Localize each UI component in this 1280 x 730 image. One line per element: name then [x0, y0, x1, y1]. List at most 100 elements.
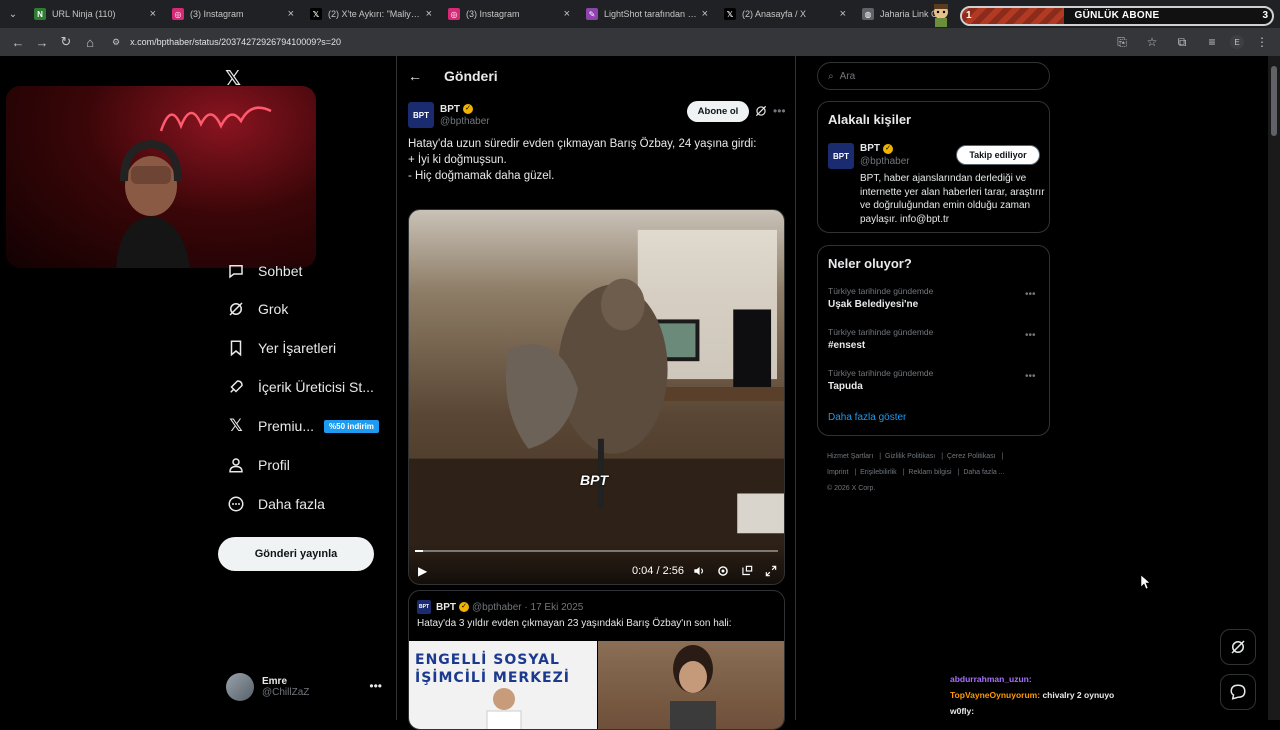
chat-message: abdurrahman_uzun:	[950, 671, 1114, 687]
avatar	[226, 673, 254, 701]
volume-icon[interactable]	[692, 564, 706, 578]
subscribe-button[interactable]: Abone ol	[687, 101, 749, 122]
post-header: ← Gönderi	[408, 66, 498, 86]
menu-icon[interactable]: ⋮	[1250, 30, 1274, 54]
footer-link[interactable]: Imprint	[827, 469, 848, 476]
bookmark-star-icon[interactable]: ☆	[1140, 30, 1164, 54]
x-logo-icon[interactable]: 𝕏	[225, 66, 247, 90]
nav-item-grok[interactable]: Grok	[226, 294, 288, 324]
play-icon[interactable]: ▶	[418, 564, 427, 578]
post-button[interactable]: Gönderi yayınla	[218, 537, 374, 571]
url-field[interactable]: ⚙ x.com/bpthaber/status/2037427292679410…	[112, 31, 341, 53]
nav-item-chat[interactable]: Sohbet	[226, 256, 302, 286]
x-icon: 𝕏	[310, 8, 322, 20]
chat-username: w0fly:	[950, 706, 975, 716]
nav-item-premium[interactable]: 𝕏 Premiu... %50 indirim	[226, 411, 379, 441]
trend-item[interactable]: Türkiye tarihinde gündemde #ensest	[828, 327, 933, 351]
browser-tab[interactable]: N URL Ninja (110) ×	[26, 0, 164, 28]
close-icon[interactable]: ×	[840, 8, 846, 20]
video-player[interactable]: BPT ▶ 0:04 / 2:56	[408, 209, 785, 585]
more-icon[interactable]: •••	[773, 104, 786, 118]
settings-gear-icon[interactable]	[716, 564, 730, 578]
rocket-icon	[226, 377, 246, 397]
trend-name: Tapuda	[828, 381, 863, 392]
close-icon[interactable]: ×	[564, 8, 570, 20]
media-control-icon[interactable]: ≡	[1200, 30, 1224, 54]
trends-card: Neler oluyor? Türkiye tarihinde gündemde…	[817, 245, 1050, 436]
footer-links: Hizmet Şartları | Gizlilik Politikası | Çe…	[827, 453, 1005, 492]
grok-icon[interactable]	[754, 104, 768, 118]
chat-message: TopVayneOynuyorum: chivalry 2 oynuyo	[950, 687, 1114, 703]
tab-search-button[interactable]: ⌄	[0, 0, 26, 28]
trend-item[interactable]: Türkiye tarihinde gündemde Uşak Belediye…	[828, 286, 933, 310]
reload-icon[interactable]: ↻	[54, 30, 78, 54]
home-icon[interactable]: ⌂	[78, 30, 102, 54]
nav-item-more[interactable]: Daha fazla	[226, 489, 325, 519]
browser-tab[interactable]: ◎ (3) Instagram ×	[440, 0, 578, 28]
ninja-icon: N	[34, 8, 46, 20]
nav-item-bookmarks[interactable]: Yer İşaretleri	[226, 333, 336, 363]
person-image	[670, 645, 716, 729]
site-settings-icon[interactable]: ⚙	[112, 37, 120, 48]
footer-link[interactable]: Gizlilik Politikası	[885, 453, 935, 460]
browser-tab[interactable]: 𝕏 (2) X'te Aykırı: "Maliye ek ×	[302, 0, 440, 28]
video-watermark: BPT	[580, 472, 608, 488]
browser-tab[interactable]: 𝕏 (2) Anasayfa / X ×	[716, 0, 854, 28]
related-person[interactable]: BPT BPT ✓ @bpthaber	[828, 143, 910, 169]
video-progress-bar[interactable]	[415, 550, 778, 552]
mascot-icon	[934, 4, 948, 27]
nav-item-label: Sohbet	[258, 263, 303, 279]
avatar[interactable]: BPT	[408, 102, 434, 128]
more-icon[interactable]: •••	[369, 679, 382, 693]
post-author[interactable]: BPT BPT ✓ @bpthaber	[408, 102, 490, 128]
install-app-icon[interactable]: ⎘	[1110, 30, 1134, 54]
trend-item[interactable]: Türkiye tarihinde gündemde Tapuda	[828, 368, 933, 392]
page-scrollbar[interactable]	[1268, 56, 1280, 720]
footer-link[interactable]: Daha fazla ...	[963, 469, 1004, 476]
verified-badge-icon: ✓	[883, 143, 893, 154]
search-input[interactable]: ⌕ Ara	[817, 62, 1050, 90]
browser-tab[interactable]: ✎ LightShot tarafından Ekra ×	[578, 0, 716, 28]
avatar: BPT	[828, 143, 854, 169]
messages-float-button[interactable]	[1220, 674, 1256, 710]
related-person-handle: @bpthaber	[860, 156, 910, 167]
x-premium-icon: 𝕏	[229, 416, 243, 435]
footer-link[interactable]: Çerez Politikası	[947, 453, 996, 460]
more-icon[interactable]: •••	[1025, 371, 1036, 382]
extensions-icon[interactable]: ⧉	[1170, 30, 1194, 54]
chat-username: TopVayneOynuyorum:	[950, 690, 1041, 700]
grok-float-button[interactable]	[1220, 629, 1256, 665]
avatar: BPT	[417, 600, 431, 614]
show-more-link[interactable]: Daha fazla göster	[828, 412, 906, 423]
streamer-image	[116, 139, 191, 268]
nav-item-creator-studio[interactable]: İçerik Üreticisi St...	[226, 372, 374, 402]
close-icon[interactable]: ×	[150, 8, 156, 20]
forward-icon[interactable]: →	[30, 30, 54, 54]
pip-icon[interactable]	[740, 564, 754, 578]
following-button[interactable]: Takip ediliyor	[956, 145, 1040, 165]
instagram-icon: ◎	[448, 8, 460, 20]
webcam-overlay	[6, 86, 316, 268]
account-switcher[interactable]: Emre @ChillZaZ •••	[226, 673, 386, 701]
scrollbar-thumb[interactable]	[1271, 66, 1277, 136]
more-icon[interactable]: •••	[1025, 330, 1036, 341]
profile-avatar[interactable]: E	[1230, 35, 1244, 49]
close-icon[interactable]: ×	[702, 8, 708, 20]
browser-tab[interactable]: ◎ (3) Instagram ×	[164, 0, 302, 28]
footer-link[interactable]: Reklam bilgisi	[908, 469, 951, 476]
quoted-post-header: BPT BPT ✓ @bpthaber · 17 Eki 2025	[417, 600, 583, 614]
quoted-image-right[interactable]	[598, 641, 784, 729]
footer-link[interactable]: Erişilebilirlik	[860, 469, 897, 476]
nav-item-profile[interactable]: Profil	[226, 450, 290, 480]
url-text: x.com/bpthaber/status/203742729267941000…	[130, 37, 341, 47]
fullscreen-icon[interactable]	[764, 564, 778, 578]
back-icon[interactable]: ←	[6, 30, 30, 54]
back-arrow-icon[interactable]: ←	[408, 68, 432, 84]
quoted-post[interactable]: BPT BPT ✓ @bpthaber · 17 Eki 2025 Hatay'…	[408, 590, 785, 730]
author-handle: @bpthaber	[440, 115, 490, 127]
footer-link[interactable]: Hizmet Şartları	[827, 453, 873, 460]
more-icon[interactable]: •••	[1025, 289, 1036, 300]
quoted-image-left[interactable]: ENGELLİ SOSYAL İŞİMCİLİ MERKEZİ	[409, 641, 597, 729]
close-icon[interactable]: ×	[426, 8, 432, 20]
close-icon[interactable]: ×	[288, 8, 294, 20]
